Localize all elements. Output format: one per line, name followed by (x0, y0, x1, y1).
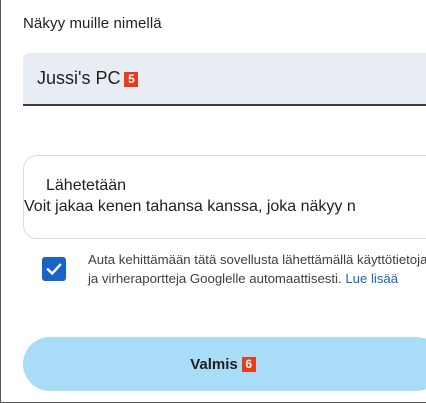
dialog-frame: Näkyy muille nimellä Jussi's PC 5 Lähetet… (0, 0, 426, 403)
share-visibility-title: Lähetetään (46, 177, 127, 194)
checkmark-icon (46, 263, 62, 276)
done-button[interactable]: Valmis 6 (23, 337, 426, 391)
done-button-label: Valmis (190, 355, 238, 373)
device-name-label: Näkyy muille nimellä (23, 15, 162, 32)
annotation-badge-6: 6 (241, 356, 256, 372)
annotation-badge-5: 5 (124, 72, 139, 87)
share-visibility-card[interactable]: Lähetetään Voit jakaa kenen tahansa kans… (23, 155, 426, 239)
device-name-value: Jussi's PC 5 (37, 68, 139, 89)
usage-data-consent: Auta kehittämään tätä sovellusta lähettä… (88, 250, 426, 288)
device-name-field[interactable]: Jussi's PC 5 (23, 53, 426, 106)
share-visibility-description-text: Voit jakaa kenen tahansa kanssa, joka nä… (24, 198, 356, 215)
device-name-text: Jussi's PC (37, 68, 121, 88)
usage-data-checkbox[interactable] (42, 257, 66, 281)
learn-more-link[interactable]: Lue lisää (345, 271, 398, 286)
